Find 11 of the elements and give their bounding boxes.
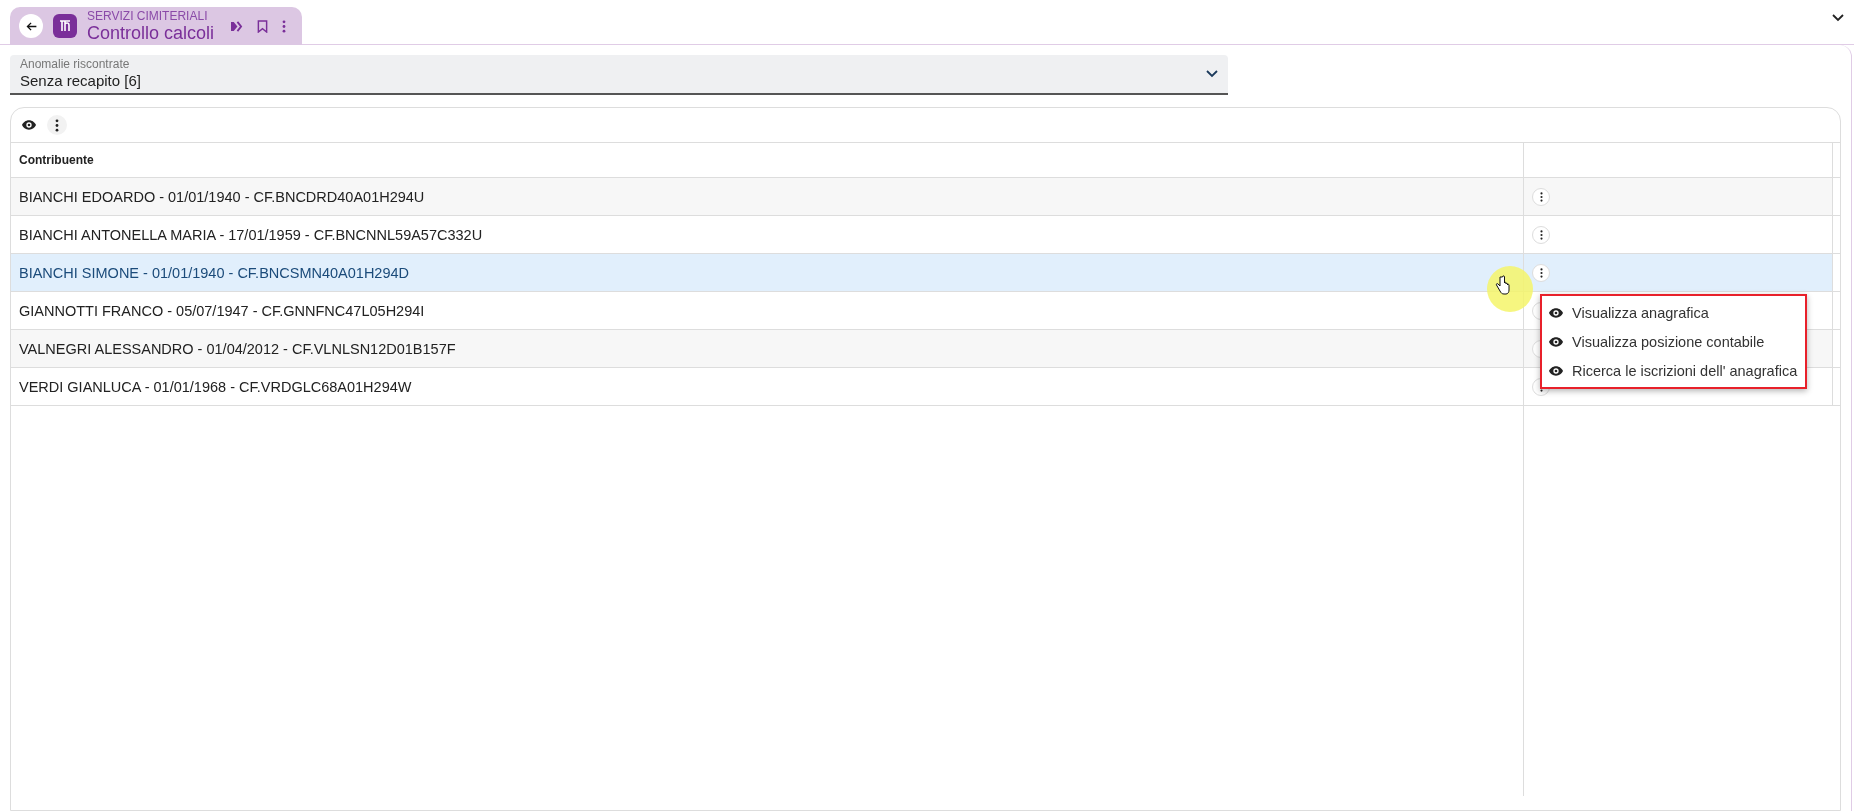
taxpayer-cell[interactable]: VERDI GIANLUCA - 01/01/1968 - CF.VRDGLC68A01H294W bbox=[11, 368, 1523, 406]
page-title: Controllo calcoli bbox=[87, 24, 215, 42]
taxpayer-cell[interactable]: BIANCHI EDOARDO - 01/01/1940 - CF.BNCDRD40A01H294U bbox=[11, 178, 1523, 216]
module-name: SERVIZI CIMITERIALI bbox=[87, 10, 209, 22]
app-tab[interactable]: SERVIZI CIMITERIALI Controllo calcoli bbox=[10, 7, 303, 45]
taxpayer-cell[interactable]: VALNEGRI ALESSANDRO - 01/04/2012 - CF.VLNLSN12D01B157F bbox=[11, 330, 1523, 368]
menu-item[interactable]: Visualizza posizione contabile bbox=[1542, 327, 1806, 356]
taxpayer-cell[interactable]: BIANCHI SIMONE - 01/01/1940 - CF.BNCSMN40A01H294D bbox=[11, 254, 1523, 292]
anomalies-select[interactable]: Anomalie riscontrate Senza recapito [6] bbox=[10, 55, 1228, 95]
menu-item[interactable]: Ricerca le iscrizioni dell' anagrafica bbox=[1542, 356, 1806, 385]
menu-item[interactable]: Visualizza anagrafica bbox=[1542, 298, 1806, 327]
